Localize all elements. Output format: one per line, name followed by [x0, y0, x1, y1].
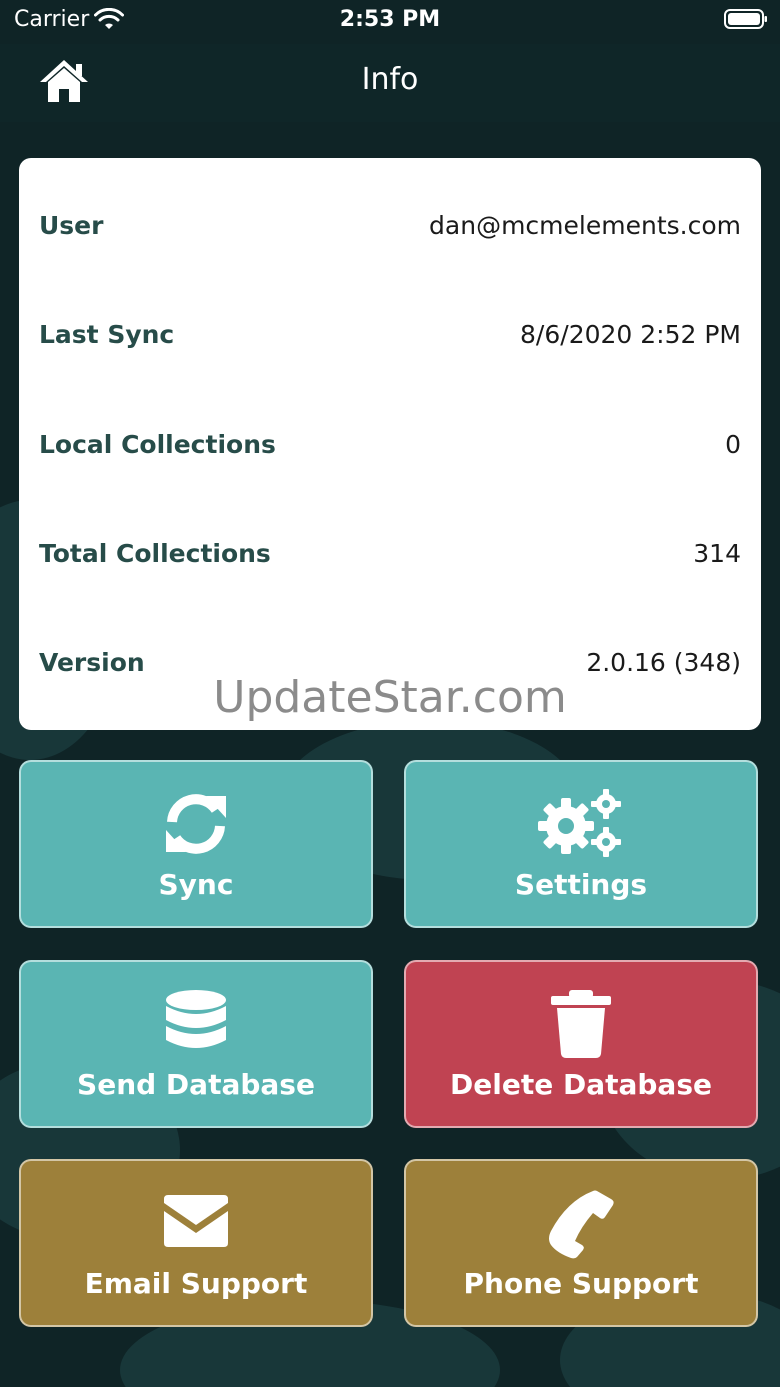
watermark: UpdateStar.com: [213, 672, 567, 723]
phone-support-button[interactable]: Phone Support: [404, 1159, 758, 1327]
info-row-user: User dan@mcmelements.com: [39, 205, 741, 245]
delete-database-button[interactable]: Delete Database: [404, 960, 758, 1128]
sync-icon: [166, 794, 226, 854]
database-icon: [166, 990, 226, 1048]
info-row-local-collections: Local Collections 0: [39, 424, 741, 464]
battery-icon: [724, 9, 767, 29]
navigation-bar: Info: [0, 44, 780, 122]
settings-label: Settings: [514, 868, 648, 901]
send-database-label: Send Database: [77, 1068, 315, 1101]
trash-icon: [551, 990, 611, 1058]
envelope-icon: [164, 1195, 228, 1247]
settings-button[interactable]: Settings: [404, 760, 758, 928]
local-collections-value: 0: [725, 429, 741, 459]
last-sync-label: Last Sync: [39, 319, 175, 349]
sync-button[interactable]: Sync: [19, 760, 373, 928]
phone-icon: [549, 1190, 614, 1259]
status-time: 2:53 PM: [339, 7, 441, 32]
user-label: User: [39, 210, 104, 240]
info-card: User dan@mcmelements.com Last Sync 8/6/2…: [19, 158, 761, 730]
last-sync-value: 8/6/2020 2:52 PM: [520, 319, 741, 349]
send-database-button[interactable]: Send Database: [19, 960, 373, 1128]
info-row-total-collections: Total Collections 314: [39, 533, 741, 573]
total-collections-value: 314: [693, 538, 741, 568]
delete-database-label: Delete Database: [450, 1068, 712, 1101]
gears-icon: [538, 789, 621, 857]
phone-support-label: Phone Support: [463, 1267, 699, 1300]
email-support-label: Email Support: [84, 1267, 308, 1300]
email-support-button[interactable]: Email Support: [19, 1159, 373, 1327]
total-collections-label: Total Collections: [39, 538, 271, 568]
info-row-last-sync: Last Sync 8/6/2020 2:52 PM: [39, 314, 741, 354]
page-title: Info: [361, 62, 419, 97]
user-value: dan@mcmelements.com: [429, 210, 741, 240]
local-collections-label: Local Collections: [39, 429, 276, 459]
status-bar: Carrier 2:53 PM: [0, 0, 780, 44]
sync-label: Sync: [158, 868, 234, 901]
